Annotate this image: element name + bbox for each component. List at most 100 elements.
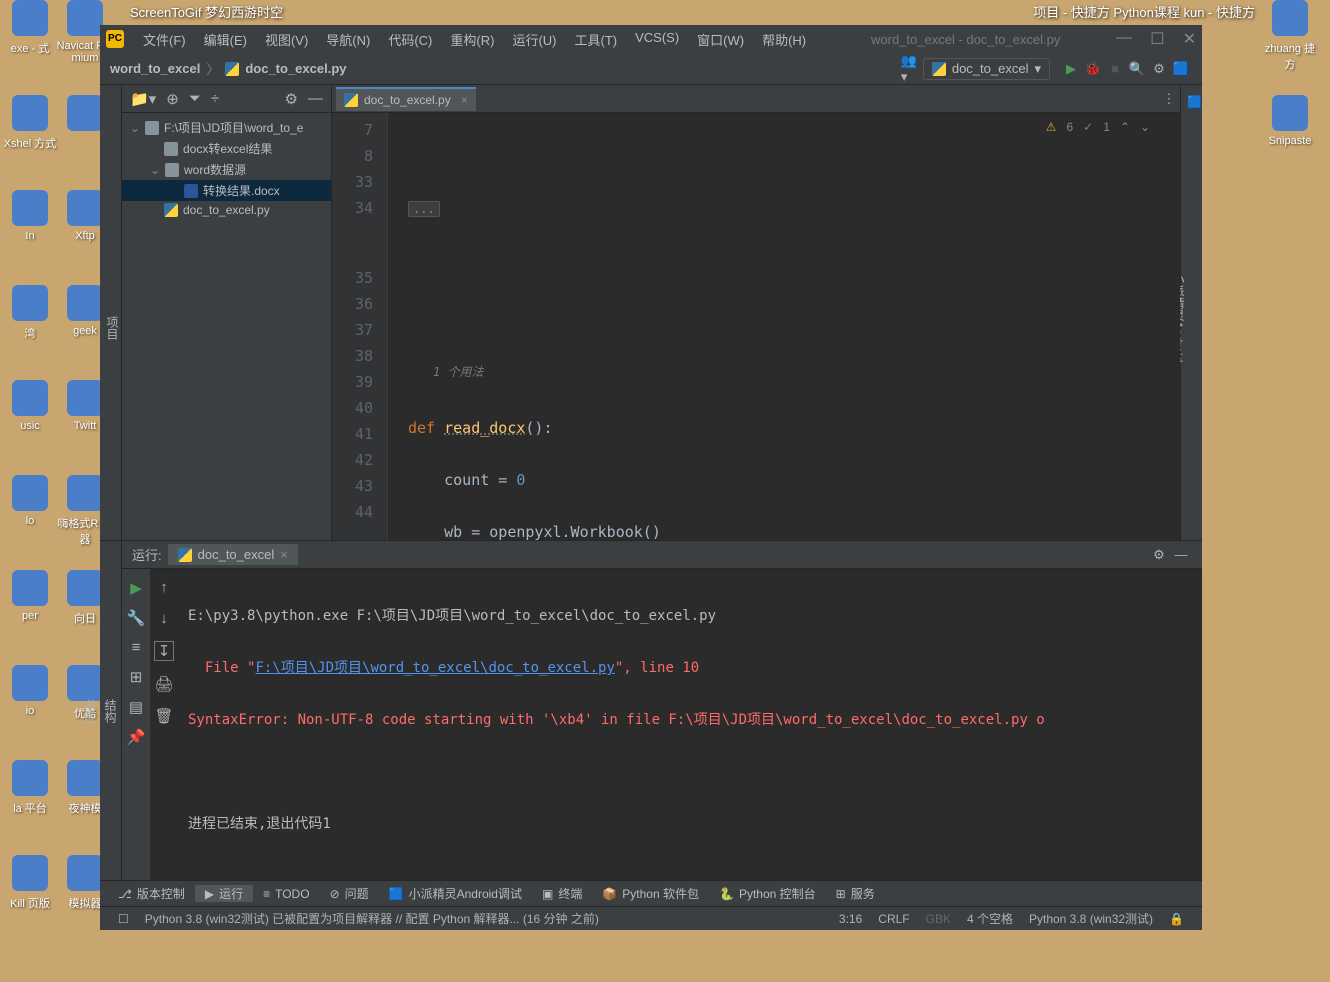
indent-mode[interactable]: 4 个空格 <box>959 910 1021 927</box>
wrench-icon[interactable]: 🔧 <box>127 609 146 627</box>
rerun-icon[interactable]: ▶ <box>130 579 142 597</box>
run-tab-bottom[interactable]: ▶运行 <box>195 885 253 902</box>
desktop-icon[interactable]: io <box>0 665 60 717</box>
menu-code[interactable]: 代码(C) <box>379 30 441 49</box>
code-area[interactable]: ... 1 个用法 def read_docx(): count = 0 wb … <box>388 113 1180 540</box>
gear-icon[interactable]: ⚙ <box>1148 544 1170 566</box>
export-icon[interactable]: ↧ <box>154 641 175 661</box>
tree-file-py[interactable]: doc_to_excel.py <box>122 201 331 219</box>
print-icon[interactable]: 🖨 <box>154 675 173 693</box>
toolbox-icon[interactable]: 🟦 <box>1170 58 1192 80</box>
editor-tab[interactable]: doc_to_excel.py × <box>336 87 476 111</box>
gear-icon[interactable]: ⚙ <box>285 90 298 108</box>
menu-run[interactable]: 运行(U) <box>503 30 565 49</box>
version-control-tab[interactable]: ⎇版本控制 <box>108 885 195 902</box>
desktop-icon[interactable]: Snipaste <box>1260 95 1320 147</box>
stop-icon[interactable]: ≡ <box>132 639 141 656</box>
breadcrumb-file[interactable]: doc_to_excel.py <box>245 61 346 76</box>
desktop-icon[interactable]: exe - 式 <box>0 0 60 56</box>
close-button[interactable]: ✕ <box>1183 29 1196 49</box>
python-packages-tab[interactable]: 📦Python 软件包 <box>592 885 709 902</box>
menu-window[interactable]: 窗口(W) <box>688 30 753 49</box>
debug-button[interactable]: 🐞 <box>1082 58 1104 80</box>
project-tree: ⌄F:\项目\JD项目\word_to_e docx转excel结果 ⌄word… <box>122 113 331 540</box>
tree-folder[interactable]: ⌄word数据源 <box>122 159 331 180</box>
menu-edit[interactable]: 编辑(E) <box>195 30 256 49</box>
search-icon[interactable]: 🔍 <box>1126 58 1148 80</box>
tree-root[interactable]: ⌄F:\项目\JD项目\word_to_e <box>122 117 331 138</box>
menu-help[interactable]: 帮助(H) <box>753 30 815 49</box>
line-separator[interactable]: CRLF <box>870 912 917 926</box>
desktop-icon[interactable]: per <box>0 570 60 622</box>
line-gutter[interactable]: 78333435363738394041424344 <box>332 113 388 540</box>
tab-options-icon[interactable]: ⋮ <box>1158 88 1180 110</box>
folded-code-icon[interactable]: ... <box>408 201 440 217</box>
desktop-icon[interactable]: lo <box>0 475 60 527</box>
services-tab[interactable]: ⊞服务 <box>826 885 885 902</box>
inspections-widget[interactable]: ⚠6 ✓1 ⌃ ⌄ <box>1046 120 1150 134</box>
cursor-position[interactable]: 3:16 <box>831 912 870 926</box>
problems-tab[interactable]: ⊘问题 <box>320 885 379 902</box>
tree-folder[interactable]: docx转excel结果 <box>122 138 331 159</box>
menu-view[interactable]: 视图(V) <box>256 30 317 49</box>
settings-icon[interactable]: ⚙ <box>1148 58 1170 80</box>
interpreter[interactable]: Python 3.8 (win32测试) <box>1021 910 1161 927</box>
maximize-button[interactable]: ☐ <box>1150 29 1164 49</box>
up-arrow-icon[interactable]: ↑ <box>160 579 168 596</box>
close-tab-icon[interactable]: × <box>461 93 468 107</box>
bottom-tool-tabs: ⎇版本控制 ▶运行 ≡TODO ⊘问题 🟦小派精灵Android调试 ▣终端 📦… <box>100 880 1202 906</box>
android-debug-tab[interactable]: 🟦小派精灵Android调试 <box>379 885 532 902</box>
python-icon <box>932 62 946 76</box>
breadcrumb-root[interactable]: word_to_excel <box>110 61 200 76</box>
status-message[interactable]: Python 3.8 (win32测试) 已被配置为项目解释器 // 配置 Py… <box>137 910 607 927</box>
close-icon[interactable]: × <box>280 547 288 562</box>
hide-icon[interactable]: — <box>1170 544 1192 566</box>
list-icon: ≡ <box>263 887 270 901</box>
target-icon[interactable]: ⊕ <box>166 90 179 108</box>
chevron-down-icon[interactable]: ⌄ <box>1140 120 1150 134</box>
tree-file-docx[interactable]: 转换结果.docx <box>122 180 331 201</box>
menu-tools[interactable]: 工具(T) <box>565 30 626 49</box>
desktop-icon[interactable]: usic <box>0 380 60 432</box>
file-encoding[interactable]: GBK <box>918 912 959 926</box>
run-toolbar: ▶ 🔧 ≡ ⊞ ▤ 📌 <box>122 569 150 880</box>
project-folder-icon[interactable]: 📁▾ <box>130 90 156 108</box>
layout-icon[interactable]: ⊞ <box>130 668 143 686</box>
status-show-icon[interactable]: ☐ <box>110 912 137 926</box>
stop-button[interactable]: ■ <box>1104 58 1126 80</box>
run-configuration-select[interactable]: doc_to_excel ▾ <box>923 58 1050 80</box>
desktop-icon[interactable]: Kill 页版 <box>0 855 60 911</box>
python-console-tab[interactable]: 🐍Python 控制台 <box>709 885 826 902</box>
console-output[interactable]: E:\py3.8\python.exe F:\项目\JD项目\word_to_e… <box>178 569 1202 880</box>
menu-file[interactable]: 文件(F) <box>134 30 195 49</box>
menu-vcs[interactable]: VCS(S) <box>626 30 688 49</box>
terminal-tab[interactable]: ▣终端 <box>532 885 592 902</box>
left-tool-rail[interactable]: 项目 <box>100 85 122 540</box>
pin-icon[interactable]: 📌 <box>127 728 146 746</box>
down-arrow-icon[interactable]: ↓ <box>160 610 168 627</box>
right-tool-rail[interactable]: 🟦 小派精灵Android <box>1180 85 1202 540</box>
desktop-icon[interactable]: zhuang 捷方 <box>1260 0 1320 72</box>
file-link[interactable]: F:\项目\JD项目\word_to_excel\doc_to_excel.py <box>255 660 614 676</box>
chevron-up-icon[interactable]: ⌃ <box>1120 120 1130 134</box>
layout2-icon[interactable]: ▤ <box>129 698 143 716</box>
collapse-icon[interactable]: ⏷ <box>189 90 201 107</box>
run-button[interactable]: ▶ <box>1060 58 1082 80</box>
usage-hint[interactable]: 1 个用法 <box>433 359 1180 385</box>
user-icon[interactable]: 👥▾ <box>901 58 923 80</box>
structure-tool[interactable]: 结构 <box>100 541 121 880</box>
desktop-icon[interactable]: In <box>0 190 60 242</box>
menu-navigate[interactable]: 导航(N) <box>317 30 379 49</box>
trash-icon[interactable]: 🗑 <box>154 707 173 725</box>
minimize-button[interactable]: — <box>1116 29 1132 49</box>
desktop-icon[interactable]: 湾 <box>0 285 60 341</box>
menu-refactor[interactable]: 重构(R) <box>441 30 503 49</box>
filter-icon[interactable]: ÷ <box>211 90 219 107</box>
lock-icon[interactable]: 🔒 <box>1161 912 1192 926</box>
run-tab[interactable]: doc_to_excel × <box>168 544 298 565</box>
desktop-icon[interactable]: Xshel 方式 <box>0 95 60 151</box>
todo-tab[interactable]: ≡TODO <box>253 887 319 901</box>
desktop-icon[interactable]: la 平台 <box>0 760 60 816</box>
hide-icon[interactable]: — <box>308 90 323 107</box>
bookmarks-tool[interactable]: 书签 <box>79 541 100 880</box>
